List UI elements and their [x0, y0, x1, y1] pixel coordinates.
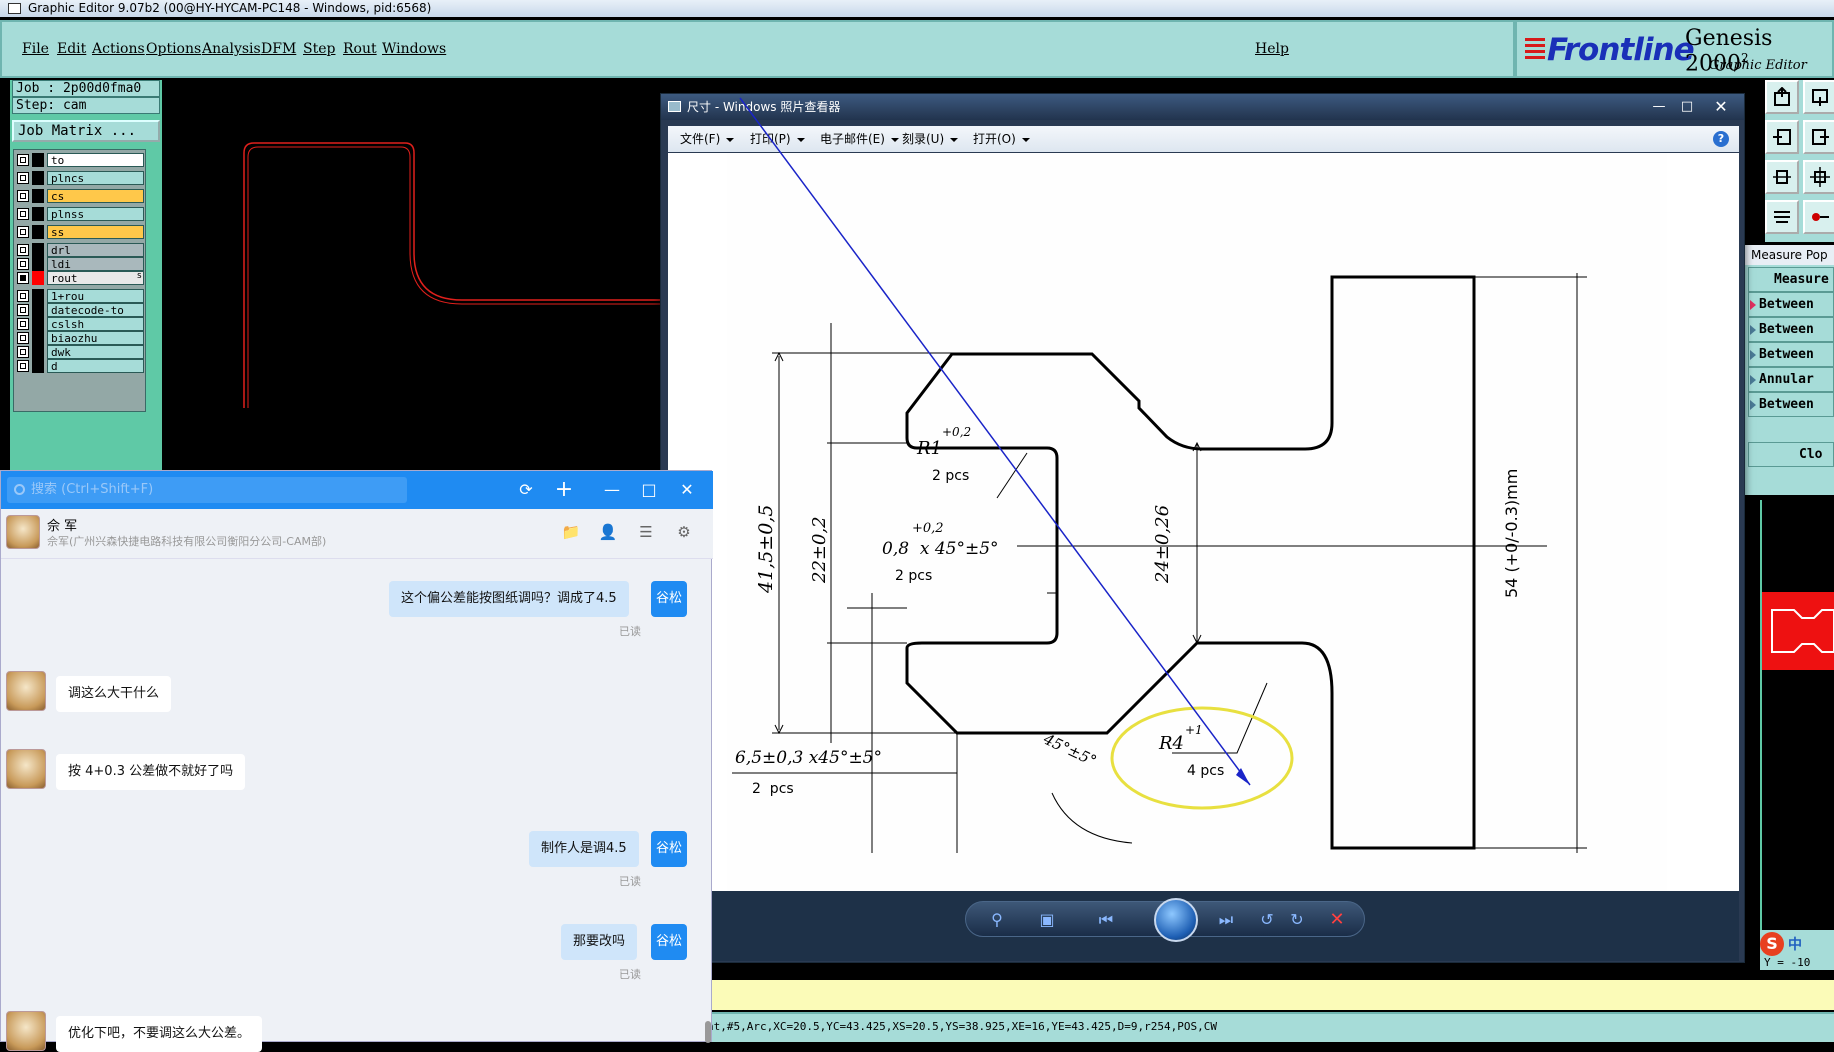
- chat-scrollbar[interactable]: [705, 1021, 711, 1043]
- chat-window: 搜索 (Ctrl+Shift+F) ⟳ + — □ ✕ 佘 军 佘军(广州兴森快…: [0, 470, 713, 1052]
- add-member-icon[interactable]: 👤: [598, 522, 618, 542]
- read-receipt: 已读: [619, 968, 641, 981]
- message-bubble[interactable]: 这个偏公差能按图纸调吗？调成了4.5: [389, 581, 629, 617]
- chat-close-icon[interactable]: ✕: [676, 479, 698, 501]
- contact-avatar[interactable]: [6, 671, 46, 711]
- add-icon[interactable]: +: [553, 479, 575, 501]
- history-icon[interactable]: ⟳: [515, 479, 537, 501]
- message-bubble[interactable]: 优化下吧，不要调这么大公差。: [56, 1016, 263, 1052]
- chat-minimize-icon[interactable]: —: [601, 479, 623, 501]
- read-receipt: 已读: [619, 875, 641, 888]
- message-bubble[interactable]: 按 4+0.3 公差做不就好了吗: [56, 754, 246, 790]
- search-icon: [14, 484, 25, 495]
- search-input[interactable]: 搜索 (Ctrl+Shift+F): [7, 477, 407, 503]
- chat-toolbar: 搜索 (Ctrl+Shift+F) ⟳ + — □ ✕: [1, 471, 713, 509]
- message-bubble[interactable]: 那要改吗: [561, 924, 638, 960]
- chat-header: 佘 军 佘军(广州兴森快捷电路科技有限公司衡阳分公司-CAM部) 📁 👤 ☰ ⚙: [1, 509, 713, 559]
- my-avatar[interactable]: 谷松: [651, 924, 687, 960]
- contact-name: 佘 军: [47, 519, 78, 534]
- search-history-icon[interactable]: ☰: [636, 522, 656, 542]
- chat-maximize-icon[interactable]: □: [638, 479, 660, 501]
- contact-avatar[interactable]: [6, 1011, 46, 1051]
- contact-subtitle: 佘军(广州兴森快捷电路科技有限公司衡阳分公司-CAM部): [47, 535, 327, 548]
- my-avatar[interactable]: 谷松: [651, 831, 687, 867]
- message-bubble[interactable]: 制作人是调4.5: [529, 831, 639, 867]
- folder-icon[interactable]: 📁: [561, 522, 581, 542]
- genesis-window: Graphic Editor 9.07b2 (00@HY-HYCAM-PC148…: [0, 0, 1834, 1052]
- message-bubble[interactable]: 调这么大干什么: [56, 676, 172, 712]
- read-receipt: 已读: [619, 625, 641, 638]
- my-avatar[interactable]: 谷松: [651, 581, 687, 617]
- contact-avatar[interactable]: [6, 515, 40, 549]
- settings-gear-icon[interactable]: ⚙: [674, 522, 694, 542]
- contact-avatar[interactable]: [6, 749, 46, 789]
